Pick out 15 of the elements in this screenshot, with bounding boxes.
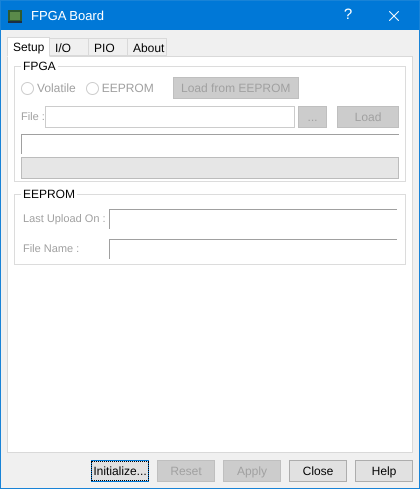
field-label: File Name : — [23, 242, 80, 257]
tab[interactable]: PIO — [89, 38, 128, 56]
tab[interactable]: About — [128, 38, 167, 56]
board-icon — [7, 8, 23, 24]
dialog-button[interactable]: Close — [289, 460, 347, 482]
window-title: FPGA Board — [31, 6, 104, 25]
field-label: Last Upload On : — [23, 212, 107, 227]
tab[interactable]: I/O — [50, 38, 89, 56]
tab[interactable]: Setup — [7, 37, 50, 57]
group-title: FPGA — [21, 59, 58, 73]
help-button[interactable]: ? — [325, 1, 371, 30]
file-label: File : — [21, 110, 45, 125]
dialog-button[interactable]: Help — [355, 460, 413, 482]
dialog-button[interactable]: Initialize... — [91, 460, 149, 482]
group-title: EEPROM — [21, 187, 78, 201]
